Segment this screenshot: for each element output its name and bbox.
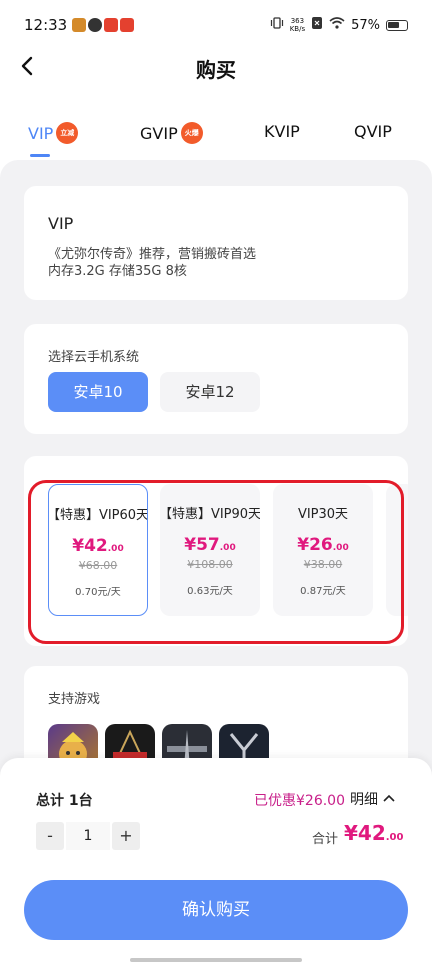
battery-percent: 57% [351, 17, 380, 33]
wifi-icon [329, 17, 345, 33]
tab-label: QVIP [354, 122, 392, 141]
tab-label: VIP [28, 123, 54, 143]
total-count-label: 总计 1台 [36, 793, 93, 809]
quantity-stepper: - 1 + [36, 822, 140, 850]
home-indicator[interactable] [130, 958, 302, 962]
vip-desc-line: 《尤弥尔传奇》推荐，营销搬砖首选 [48, 247, 257, 262]
vibrate-icon [270, 16, 284, 34]
vip-info-card: VIP 《尤弥尔传奇》推荐，营销搬砖首选 内存3.2G 存储35G 8核 [24, 186, 408, 300]
highlight-box [28, 480, 404, 644]
tab-label: GVIP [140, 123, 178, 143]
detail-label: 明细 [350, 792, 378, 808]
page-title: 购买 [196, 58, 236, 82]
android-10-option[interactable]: 安卓10 [48, 372, 148, 412]
tab-active-indicator [30, 154, 50, 157]
tab-gvip[interactable]: GVIP 火爆 [140, 122, 203, 144]
quantity-value[interactable]: 1 [66, 822, 110, 850]
vip-tabs: VIP 立减 GVIP 火爆 KVIP QVIP [0, 112, 432, 158]
sum-value: ¥42.00 [344, 821, 403, 845]
detail-toggle[interactable]: 明细 [350, 789, 396, 809]
tab-qvip[interactable]: QVIP [354, 122, 392, 141]
network-speed-value: 363 [290, 17, 305, 25]
app-notification-icon [72, 18, 86, 32]
status-indicators: 363 KB/s 57% [270, 16, 408, 34]
app-notification-icon [104, 18, 118, 32]
tab-badge: 火爆 [180, 122, 203, 144]
checkout-sheet: 总计 1台 已优惠¥26.00 明细 - 1 + 合计 ¥42.00 确认购买 [0, 758, 432, 964]
android-12-option[interactable]: 安卓12 [160, 372, 260, 412]
app-notification-icon [88, 18, 102, 32]
tab-label: KVIP [264, 122, 300, 141]
vip-title: VIP [48, 214, 74, 233]
increment-button[interactable]: + [112, 822, 140, 850]
tab-kvip[interactable]: KVIP [264, 122, 300, 141]
network-speed: 363 KB/s [290, 17, 305, 33]
system-select-label: 选择云手机系统 [48, 350, 140, 365]
tab-vip[interactable]: VIP 立减 [28, 122, 79, 144]
discount-label: 已优惠¥26.00 [254, 793, 345, 809]
battery-icon [386, 19, 408, 31]
status-bar: 12:33 363 KB/s 57% [0, 0, 432, 52]
chevron-up-icon [382, 791, 396, 807]
system-select-card: 选择云手机系统 安卓10 安卓12 [24, 324, 408, 434]
sum-dec: .00 [385, 832, 404, 843]
network-speed-unit: KB/s [289, 25, 306, 33]
decrement-button[interactable]: - [36, 822, 64, 850]
sum-label: 合计 [312, 832, 339, 847]
sim-icon [311, 16, 323, 34]
confirm-purchase-button[interactable]: 确认购买 [24, 880, 408, 940]
supported-games-label: 支持游戏 [48, 692, 101, 707]
vip-spec-line: 内存3.2G 存储35G 8核 [48, 264, 187, 279]
content-area: VIP 《尤弥尔传奇》推荐，营销搬砖首选 内存3.2G 存储35G 8核 选择云… [0, 160, 432, 866]
tab-badge: 立减 [56, 122, 79, 144]
vip-description: 《尤弥尔传奇》推荐，营销搬砖首选 内存3.2G 存储35G 8核 [48, 246, 256, 280]
sum-int: ¥42 [344, 821, 386, 845]
status-time: 12:33 [24, 16, 68, 34]
app-notification-icon [120, 18, 134, 32]
